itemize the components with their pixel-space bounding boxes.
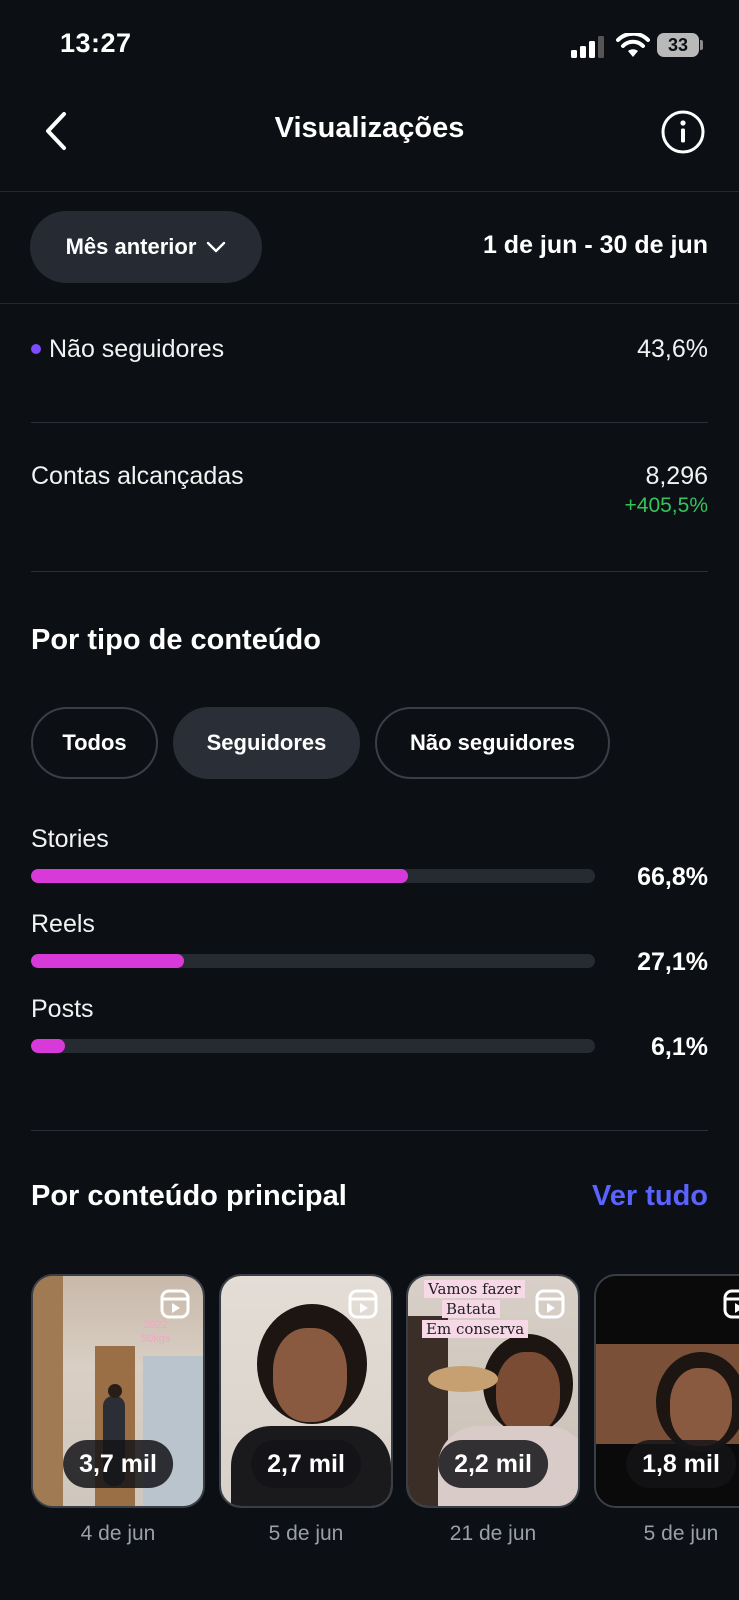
overlay-text: 2022: [143, 1319, 168, 1331]
bar-value-stories: 66,8%: [637, 863, 708, 891]
battery-icon: 33: [657, 33, 699, 57]
date-range: 1 de jun - 30 de jun: [482, 231, 708, 259]
reels-icon: [723, 1289, 739, 1319]
thumbnail-date: 5 de jun: [268, 1522, 344, 1545]
battery-tip: [700, 40, 703, 50]
reels-icon: [348, 1289, 378, 1319]
content-thumbnail[interactable]: Vamos fazer Batata Em conserva 2,2 mil: [406, 1274, 580, 1508]
views-count: 1,8 mil: [626, 1440, 736, 1488]
views-count: 3,7 mil: [63, 1440, 173, 1488]
status-time: 13:27: [60, 28, 132, 58]
bar-label-stories: Stories: [31, 825, 109, 853]
content-thumbnail[interactable]: 1,8 mil: [594, 1274, 739, 1508]
content-thumbnail[interactable]: 2022 50kgs 3,7 mil: [31, 1274, 205, 1508]
bar-track-posts: [31, 1039, 595, 1053]
top-content-title: Por conteúdo principal: [31, 1180, 347, 1212]
thumbnail-date: 21 de jun: [449, 1522, 537, 1545]
overlay-text: Vamos fazer: [424, 1280, 525, 1298]
bar-label-reels: Reels: [31, 910, 95, 938]
content-type-title: Por tipo de conteúdo: [31, 624, 321, 656]
views-count: 2,2 mil: [438, 1440, 548, 1488]
accounts-reached-label: Contas alcançadas: [31, 462, 244, 490]
section-divider: [31, 422, 708, 423]
accounts-reached-value: 8,296: [645, 462, 708, 490]
thumbnail-date: 4 de jun: [80, 1522, 156, 1545]
content-thumbnail[interactable]: 2,7 mil: [219, 1274, 393, 1508]
chevron-down-icon: [207, 241, 226, 253]
bar-fill-stories: [31, 869, 408, 883]
bar-value-posts: 6,1%: [651, 1033, 708, 1061]
accounts-reached-change: +405,5%: [624, 494, 709, 517]
see-all-link[interactable]: Ver tudo: [592, 1180, 708, 1213]
bar-fill-posts: [31, 1039, 66, 1053]
wifi-icon: [616, 33, 650, 57]
period-dropdown-button[interactable]: Mês anterior: [30, 211, 262, 283]
cellular-signal-icon: [571, 36, 605, 58]
non-followers-dot: [31, 344, 41, 354]
bar-track-stories: [31, 869, 595, 883]
bar-value-reels: 27,1%: [637, 948, 708, 976]
section-divider: [31, 571, 708, 572]
section-divider: [31, 1130, 708, 1131]
overlay-text: 50kgs: [141, 1333, 171, 1345]
bar-track-reels: [31, 954, 595, 968]
reels-icon: [160, 1289, 190, 1319]
thumbnail-date: 5 de jun: [643, 1522, 719, 1545]
page-title: Visualizações: [274, 112, 465, 144]
header-divider: [0, 191, 739, 192]
period-label: Mês anterior: [65, 234, 197, 259]
overlay-text: Em conserva: [422, 1320, 529, 1338]
overlay-text: Batata: [442, 1300, 500, 1318]
views-count: 2,7 mil: [251, 1440, 361, 1488]
bar-fill-reels: [31, 954, 184, 968]
info-icon[interactable]: [660, 109, 706, 155]
reels-icon: [535, 1289, 565, 1319]
chip-all[interactable]: Todos: [31, 707, 158, 779]
bar-label-posts: Posts: [31, 995, 94, 1023]
non-followers-value: 43,6%: [637, 335, 708, 363]
chip-followers[interactable]: Seguidores: [173, 707, 360, 779]
filter-divider: [0, 303, 739, 304]
non-followers-label: Não seguidores: [49, 335, 225, 363]
chip-non-followers[interactable]: Não seguidores: [375, 707, 610, 779]
